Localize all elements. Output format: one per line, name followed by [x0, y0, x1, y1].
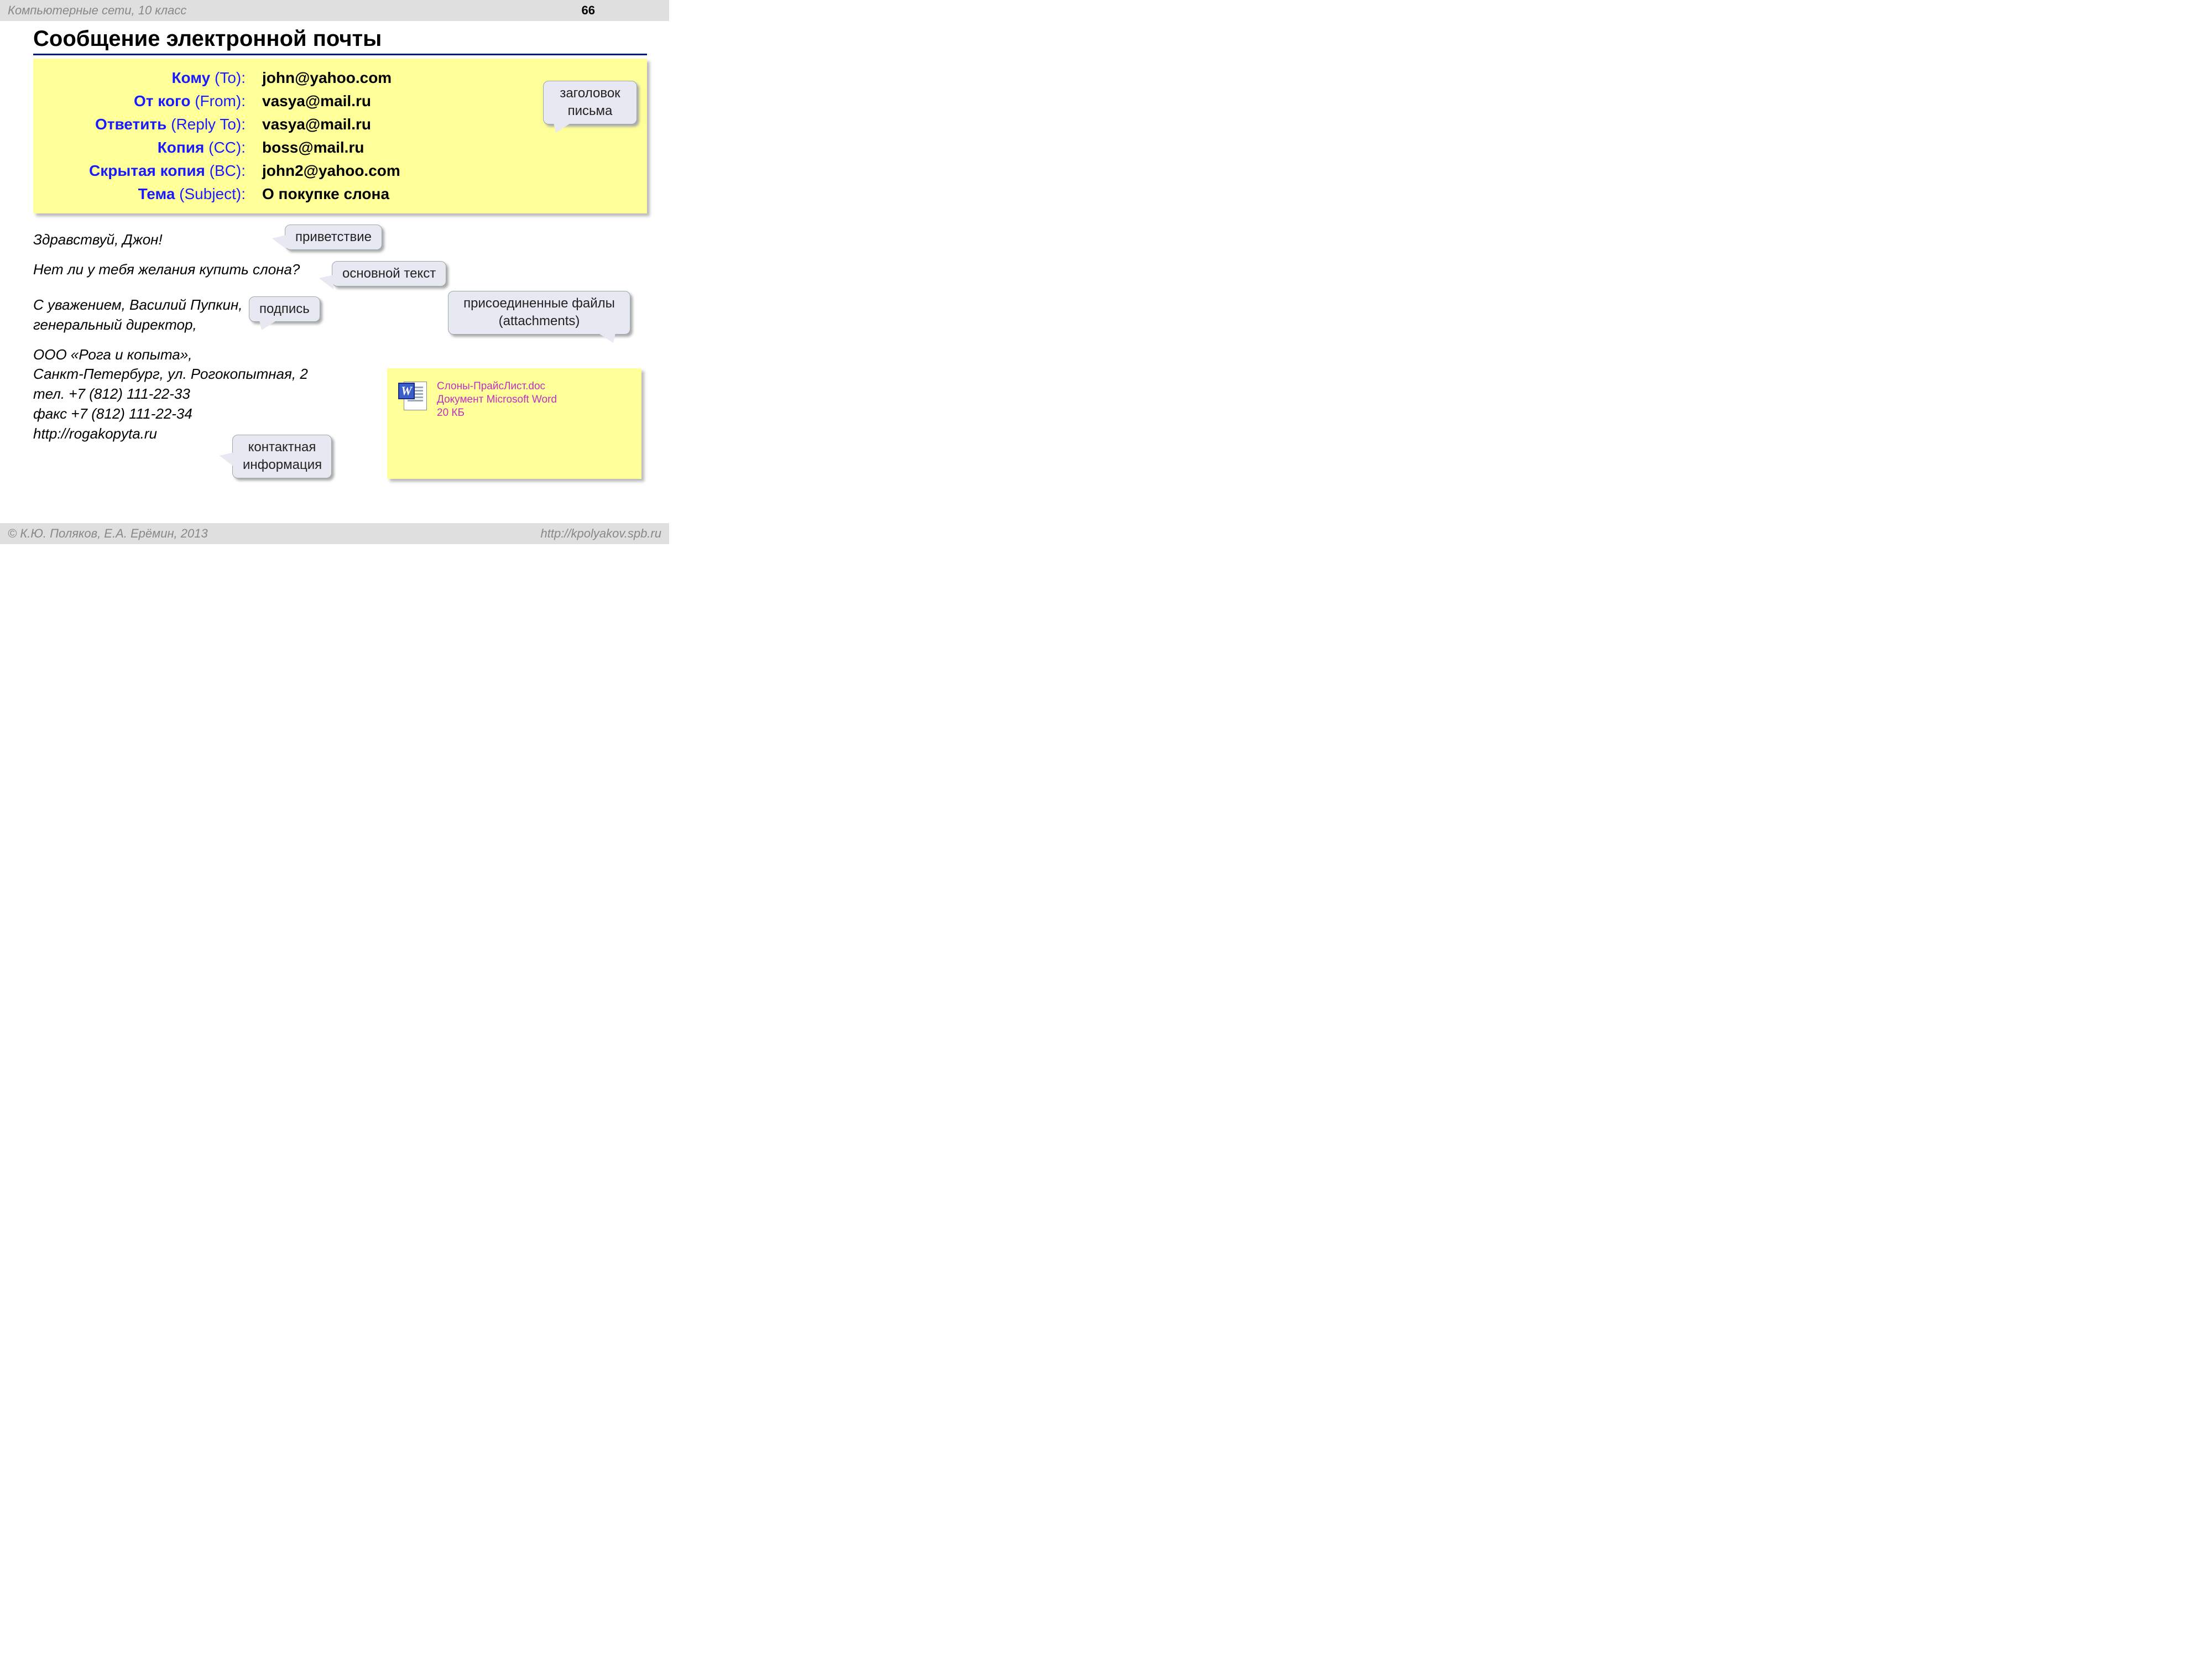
label-to-ru: Кому [171, 69, 210, 86]
body-contact: ООО «Рога и копыта»,Санкт-Петербург, ул.… [33, 345, 343, 444]
email-header-row: Скрытая копия (BC): john2@yahoo.com [46, 159, 634, 182]
copyright: © К.Ю. Поляков, Е.А. Ерёмин, 2013 [8, 526, 208, 541]
label-replyto-ru: Ответить [95, 116, 166, 133]
callout-body: основной текст [332, 261, 446, 286]
attachment-filename: Слоны-ПрайсЛист.doc [437, 380, 557, 393]
footer-url: http://kpolyakov.spb.ru [541, 526, 662, 541]
callout-contact: контактнаяинформация [232, 435, 332, 478]
footer-bar: © К.Ю. Поляков, Е.А. Ерёмин, 2013 http:/… [0, 523, 669, 544]
label-from-en: (From): [195, 92, 246, 109]
label-subject-en: (Subject): [179, 185, 246, 202]
callout-header: заголовокписьма [543, 81, 637, 124]
value-cc: boss@mail.ru [262, 136, 364, 159]
callout-attachments: присоединенные файлы(attachments) [448, 291, 630, 335]
label-cc-ru: Копия [158, 139, 205, 156]
course-title: Компьютерные сети, 10 класс [8, 3, 186, 18]
callout-greeting-text: приветствие [295, 229, 372, 244]
value-from: vasya@mail.ru [262, 90, 371, 113]
callout-contact-text: контактнаяинформация [243, 440, 322, 472]
slide-title: Сообщение электронной почты [33, 27, 647, 55]
attachment-info: Слоны-ПрайсЛист.doc Документ Microsoft W… [437, 379, 557, 468]
header-bar: Компьютерные сети, 10 класс 66 [0, 0, 669, 21]
label-subject-ru: Тема [138, 185, 175, 202]
label-bcc-en: (BC): [210, 162, 246, 179]
email-header-panel: Кому (To): john@yahoo.com От кого (From)… [33, 59, 647, 213]
callout-greeting: приветствие [285, 225, 382, 250]
label-replyto-en: (Reply To): [171, 116, 246, 133]
callout-signature-text: подпись [259, 301, 310, 316]
label-from-ru: От кого [134, 92, 190, 109]
value-replyto: vasya@mail.ru [262, 113, 371, 136]
value-bcc: john2@yahoo.com [262, 159, 400, 182]
email-header-row: Тема (Subject): О покупке слона [46, 182, 634, 206]
attachment-filesize: 20 КБ [437, 407, 557, 419]
callout-signature: подпись [249, 296, 320, 322]
attachment-filetype: Документ Microsoft Word [437, 394, 557, 406]
callout-attachments-text: присоединенные файлы(attachments) [463, 296, 615, 328]
email-header-row: Копия (CC): boss@mail.ru [46, 136, 634, 159]
value-subject: О покупке слона [262, 182, 389, 206]
attachment-panel: W Слоны-ПрайсЛист.doc Документ Microsoft… [387, 368, 641, 479]
value-to: john@yahoo.com [262, 66, 392, 90]
label-to-en: (To): [215, 69, 246, 86]
body-main: Нет ли у тебя желания купить слона? [33, 260, 343, 280]
email-body: Здравствуй, Джон! Нет ли у тебя желания … [33, 230, 343, 444]
label-cc-en: (CC): [208, 139, 246, 156]
label-bcc-ru: Скрытая копия [89, 162, 205, 179]
word-file-icon: W [398, 379, 428, 411]
callout-header-text: заголовокписьма [560, 86, 620, 118]
callout-body-text: основной текст [342, 266, 436, 281]
page-number: 66 [582, 3, 661, 18]
